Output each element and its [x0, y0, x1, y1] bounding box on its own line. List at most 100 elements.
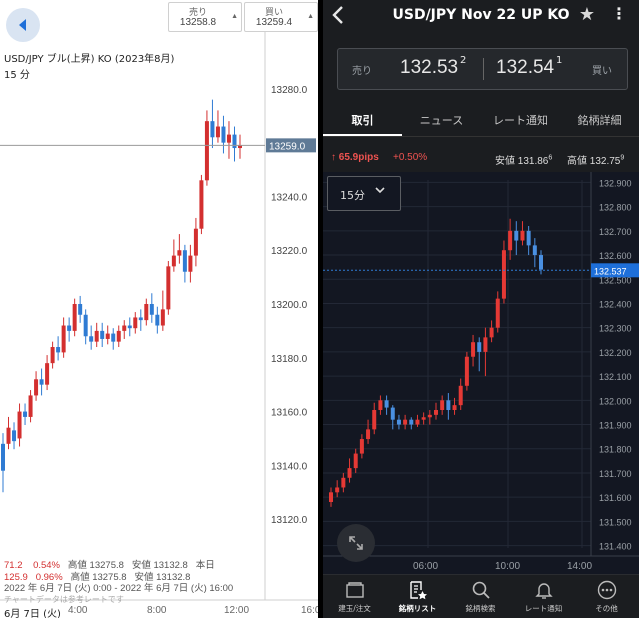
candle-body	[83, 314, 88, 337]
candle-body	[193, 228, 198, 256]
candle-body	[144, 304, 149, 321]
y-tick-label: 132.600	[599, 251, 632, 261]
candle-body	[341, 477, 346, 488]
candle-body	[127, 325, 132, 329]
candle-body	[232, 134, 237, 149]
y-tick-label: 13160.0	[271, 408, 308, 419]
nav-search[interactable]: 銘柄検索	[449, 579, 512, 614]
candle-body	[221, 126, 226, 143]
candle-body	[501, 250, 506, 299]
sell-quote-box[interactable]: 売り 13258.8 ▲	[168, 2, 242, 32]
buy-value: 13259.4	[255, 17, 293, 28]
candle-body	[366, 429, 371, 440]
current-price-label: 132.537	[594, 266, 627, 276]
candle-body	[67, 325, 72, 331]
x-date-label: 6月 7日 (火)	[4, 609, 61, 618]
candle-body	[434, 410, 438, 415]
nav-watchlist[interactable]: 銘柄リスト	[386, 579, 449, 614]
candle-body	[329, 492, 333, 502]
chevron-down-icon	[374, 184, 386, 199]
candle-body	[347, 468, 352, 478]
candle-body	[526, 230, 531, 246]
y-tick-label: 13120.0	[271, 515, 308, 526]
x-tick-label: 12:00	[224, 605, 250, 616]
candle-body	[520, 230, 525, 241]
candle-body	[160, 309, 165, 326]
candle-body	[226, 134, 231, 143]
candle-body	[149, 304, 154, 315]
candle-body	[105, 333, 110, 339]
candle-body	[421, 417, 426, 420]
y-tick-label: 132.400	[599, 299, 632, 309]
buy-quote-box[interactable]: 買い 13259.4 ▲	[244, 2, 318, 32]
candle-body	[78, 304, 83, 315]
positions-icon	[323, 579, 386, 601]
expand-icon[interactable]	[337, 524, 375, 562]
candle-body	[182, 250, 187, 272]
candle-body	[335, 487, 340, 493]
candle-body	[378, 400, 383, 410]
candle-body	[359, 439, 364, 454]
candle-body	[177, 250, 182, 256]
candle-body	[111, 333, 116, 342]
triangle-left-icon	[19, 19, 26, 31]
y-tick-label: 13280.0	[271, 85, 308, 96]
y-tick-label: 13180.0	[271, 354, 308, 365]
y-tick-label: 131.600	[599, 493, 632, 503]
candle-body	[483, 337, 488, 352]
left-candlestick-chart[interactable]: 13120.0 13140.0 13160.0 13180.0 13200.0 13220…	[0, 0, 318, 618]
candle-body	[72, 304, 77, 331]
candle-body	[495, 298, 500, 328]
nav-positions[interactable]: 建玉/注文	[323, 579, 386, 614]
candle-body	[188, 255, 193, 272]
candle-body	[39, 379, 44, 385]
bell-icon	[512, 579, 575, 601]
right-candlestick-chart[interactable]: 131.400 131.500 131.600 131.700 131.800 131.9…	[323, 0, 639, 618]
candle-body	[471, 342, 476, 357]
candle-body	[61, 325, 66, 353]
y-tick-label: 131.800	[599, 445, 632, 455]
y-tick-label: 13140.0	[271, 461, 308, 472]
sell-value: 13258.8	[179, 17, 217, 28]
x-tick-label: 10:00	[495, 561, 520, 572]
y-tick-label: 13200.0	[271, 300, 308, 311]
sell-arrow-icon: ▲	[231, 13, 238, 20]
nav-label: 銘柄検索	[465, 604, 496, 613]
y-tick-label: 13240.0	[271, 192, 308, 203]
y-tick-label: 131.500	[599, 517, 632, 527]
candle-body	[45, 363, 50, 385]
left-chart-panel: 13120.0 13140.0 13160.0 13180.0 13200.0 13220…	[0, 0, 318, 618]
candle-body	[50, 347, 55, 364]
nav-rate-alert[interactable]: レート通知	[512, 579, 575, 614]
candle-body	[532, 245, 537, 256]
buy-arrow-icon: ▲	[307, 13, 314, 20]
y-tick-label: 132.000	[599, 396, 632, 406]
candle-body	[138, 317, 143, 321]
nav-label: レート通知	[524, 604, 563, 613]
candle-body	[215, 126, 220, 138]
period-selector[interactable]: 15分	[327, 176, 401, 211]
candle-body	[28, 395, 33, 417]
period-label[interactable]: 15 分	[4, 66, 30, 81]
y-tick-label: 132.800	[599, 203, 632, 213]
candle-body	[56, 347, 61, 353]
candle-body	[116, 330, 121, 342]
period-label: 15分	[340, 189, 365, 202]
candle-body	[17, 411, 22, 439]
watchlist-icon	[386, 579, 449, 601]
candle-body	[427, 414, 432, 418]
candle-body	[384, 400, 389, 408]
nav-label: 銘柄リスト	[398, 604, 437, 613]
y-tick-label: 13220.0	[271, 246, 308, 257]
search-icon	[449, 579, 512, 601]
candle-body	[12, 430, 17, 442]
candle-body	[23, 411, 28, 417]
back-button[interactable]	[6, 8, 40, 42]
candle-body	[1, 443, 5, 471]
candle-body	[508, 230, 513, 251]
y-tick-label: 132.300	[599, 324, 632, 334]
nav-more[interactable]: その他	[575, 579, 638, 614]
candle-body	[122, 325, 127, 331]
candle-body	[390, 407, 395, 420]
candle-body	[452, 405, 457, 410]
